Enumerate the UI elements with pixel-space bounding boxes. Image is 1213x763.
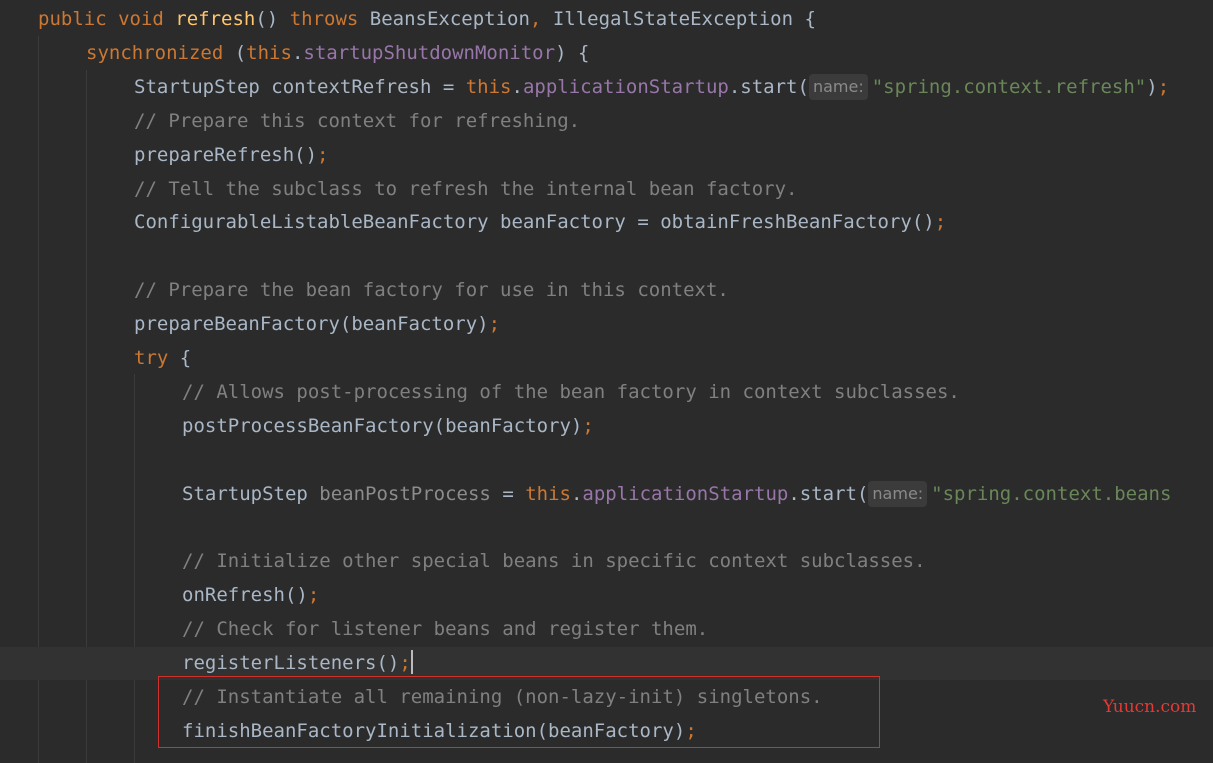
code-token: ; [488, 313, 501, 335]
code-token: refresh [175, 8, 256, 30]
code-token: prepareRefresh() [134, 144, 318, 166]
code-token: beanPostProcess [319, 483, 491, 505]
code-token: "spring.context.refresh" [871, 76, 1147, 98]
code-line[interactable]: // Prepare this context for refreshing. [0, 105, 1213, 138]
code-token: postProcessBeanFactory(beanFactory) [182, 415, 583, 437]
code-line[interactable]: // Check for listener beans and register… [0, 613, 1213, 646]
code-token: ) [1146, 76, 1158, 98]
code-token: () [255, 8, 290, 30]
parameter-hint: name: [868, 481, 928, 507]
code-token: . [570, 483, 583, 505]
text-caret [410, 650, 413, 674]
code-token: prepareBeanFactory(beanFactory) [134, 313, 489, 335]
highlight-annotation-box [158, 676, 880, 748]
code-token: this [465, 76, 512, 98]
code-token: = [490, 483, 526, 505]
code-token: // Prepare this context for refreshing. [134, 110, 581, 132]
code-token: . [291, 42, 304, 64]
code-token: // Prepare the bean factory for use in t… [134, 279, 729, 301]
code-line[interactable]: StartupStep beanPostProcess = this.appli… [0, 478, 1213, 511]
code-token: ; [399, 652, 411, 674]
code-token: startupShutdownMonitor [303, 42, 556, 64]
code-line[interactable]: try { [0, 342, 1213, 375]
code-token: StartupStep contextRefresh = [134, 76, 466, 98]
code-token: IllegalStateException [552, 8, 805, 30]
code-token: applicationStartup [582, 483, 789, 505]
code-token: applicationStartup [522, 76, 729, 98]
code-token: // Initialize other special beans in spe… [182, 550, 926, 572]
code-token: ConfigurableListableBeanFactory beanFact… [134, 211, 935, 233]
code-token: try [134, 347, 180, 369]
code-token: BeansException [369, 8, 530, 30]
code-line[interactable]: // Tell the subclass to refresh the inte… [0, 173, 1213, 206]
code-token: , [529, 8, 553, 30]
code-token: this [525, 483, 571, 505]
code-line[interactable]: postProcessBeanFactory(beanFactory); [0, 410, 1213, 443]
parameter-hint: name: [808, 74, 868, 100]
code-line[interactable]: prepareRefresh(); [0, 139, 1213, 172]
code-token: onRefresh() [182, 584, 308, 606]
code-token: public [38, 8, 119, 30]
code-token: registerListeners() [182, 652, 400, 674]
code-token: .start( [788, 483, 869, 505]
code-line[interactable] [0, 444, 1213, 477]
code-line[interactable] [0, 512, 1213, 545]
code-line[interactable] [0, 240, 1213, 273]
code-token: this [246, 42, 292, 64]
code-token: throws [289, 8, 370, 30]
code-token: ) { [555, 42, 590, 64]
code-token: .start( [728, 76, 809, 98]
code-token: ; [582, 415, 594, 437]
code-token: { [179, 347, 192, 369]
code-token: { [804, 8, 816, 30]
code-token: StartupStep [182, 483, 320, 505]
code-line[interactable]: synchronized (this.startupShutdownMonito… [0, 37, 1213, 70]
code-token: ; [934, 211, 947, 233]
code-token: . [511, 76, 523, 98]
code-line[interactable]: public void refresh() throws BeansExcept… [0, 3, 1213, 36]
code-token: ( [234, 42, 247, 64]
code-line[interactable]: prepareBeanFactory(beanFactory); [0, 308, 1213, 341]
code-token: ; [307, 584, 320, 606]
code-token: void [118, 8, 176, 30]
code-line[interactable]: // Allows post-processing of the bean fa… [0, 376, 1213, 409]
code-token: "spring.context.beans [931, 483, 1172, 505]
code-line[interactable]: StartupStep contextRefresh = this.applic… [0, 71, 1213, 104]
code-token: ; [317, 144, 329, 166]
code-editor[interactable]: public void refresh() throws BeansExcept… [0, 0, 1213, 763]
code-token: // Tell the subclass to refresh the inte… [134, 178, 798, 200]
code-token: synchronized [86, 42, 235, 64]
code-token: // Allows post-processing of the bean fa… [182, 381, 960, 403]
code-line[interactable]: // Prepare the bean factory for use in t… [0, 274, 1213, 307]
code-token: // Check for listener beans and register… [182, 618, 709, 640]
code-line[interactable]: // Initialize other special beans in spe… [0, 545, 1213, 578]
watermark: Yuucn.com [1103, 697, 1197, 717]
code-line[interactable]: onRefresh(); [0, 579, 1213, 612]
code-line[interactable]: ConfigurableListableBeanFactory beanFact… [0, 206, 1213, 239]
code-token: ; [1157, 76, 1170, 98]
